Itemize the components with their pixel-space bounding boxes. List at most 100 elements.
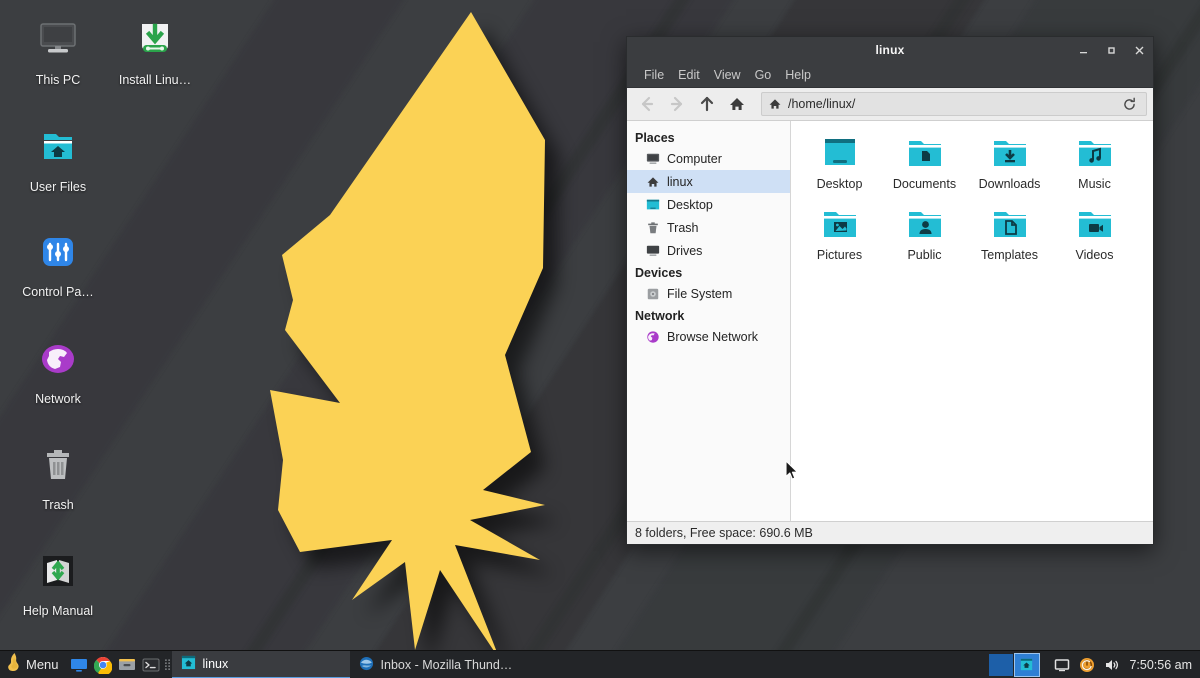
- file-item-label: Downloads: [977, 177, 1043, 191]
- desktop-icon-network[interactable]: Network: [8, 337, 108, 406]
- launcher-chrome[interactable]: [91, 651, 115, 678]
- desktop-screen: This PC Install Linu…: [0, 0, 1200, 678]
- menu-go[interactable]: Go: [748, 66, 779, 84]
- launcher-terminal[interactable]: [139, 651, 163, 678]
- reload-icon: [1122, 97, 1137, 112]
- file-item-templates[interactable]: Templates: [967, 200, 1052, 271]
- menu-file[interactable]: File: [637, 66, 671, 84]
- menu-help[interactable]: Help: [778, 66, 818, 84]
- sidebar-item-label: Browse Network: [667, 330, 758, 344]
- file-item-downloads[interactable]: Downloads: [967, 129, 1052, 200]
- drives-icon: [645, 243, 660, 258]
- sidebar-header-network: Network: [627, 305, 790, 325]
- window-title: linux: [711, 43, 1069, 57]
- help-manual-icon: [8, 549, 108, 599]
- back-arrow-icon: [638, 95, 656, 113]
- workspace-switcher: [989, 651, 1047, 678]
- workspace-1[interactable]: [989, 654, 1013, 676]
- forward-button[interactable]: [663, 91, 691, 117]
- sidebar-item-linux[interactable]: linux: [627, 170, 790, 193]
- desktop-icon-label: This PC: [8, 73, 108, 87]
- file-item-documents[interactable]: Documents: [882, 129, 967, 200]
- reload-button[interactable]: [1118, 93, 1140, 115]
- file-item-label: Videos: [1074, 248, 1116, 262]
- desktop-monitor-icon: [797, 134, 882, 174]
- home-icon: [728, 95, 746, 113]
- sidebar-item-label: Drives: [667, 244, 702, 258]
- desktop-icon-user-files[interactable]: User Files: [8, 125, 108, 194]
- desktop-icon-label: Control Pa…: [8, 285, 108, 299]
- task-button-thunderbird[interactable]: Inbox - Mozilla Thund…: [350, 651, 528, 678]
- desktop-icon-install-linux[interactable]: Install Linu…: [105, 18, 205, 87]
- folder-downloads-icon: [967, 134, 1052, 174]
- file-item-music[interactable]: Music: [1052, 129, 1137, 200]
- home-icon: [645, 174, 660, 189]
- back-button[interactable]: [633, 91, 661, 117]
- task-button-label: linux: [203, 657, 229, 671]
- folder-videos-icon: [1052, 205, 1137, 245]
- menu-edit[interactable]: Edit: [671, 66, 707, 84]
- sidebar-item-label: linux: [667, 175, 693, 189]
- menu-flame-icon: [6, 652, 21, 677]
- chrome-icon: [94, 656, 112, 674]
- file-item-videos[interactable]: Videos: [1052, 200, 1137, 271]
- trash-icon: [8, 443, 108, 493]
- sidebar-item-file-system[interactable]: File System: [627, 282, 790, 305]
- show-desktop-icon: [70, 656, 88, 674]
- disk-icon: [645, 286, 660, 301]
- sidebar-item-label: Computer: [667, 152, 722, 166]
- file-item-label: Desktop: [815, 177, 865, 191]
- file-item-label: Pictures: [815, 248, 864, 262]
- menu-view[interactable]: View: [707, 66, 748, 84]
- file-list-area[interactable]: Desktop Documents: [791, 121, 1153, 521]
- path-home-icon: [768, 97, 782, 111]
- desktop-icon-trash[interactable]: Trash: [8, 443, 108, 512]
- sidebar-item-trash[interactable]: Trash: [627, 216, 790, 239]
- network-globe-icon: [8, 337, 108, 387]
- home-button[interactable]: [723, 91, 751, 117]
- launcher-show-desktop[interactable]: [67, 651, 91, 678]
- task-button-label: Inbox - Mozilla Thund…: [381, 658, 513, 672]
- toolbar: /home/linux/: [627, 88, 1153, 121]
- folder-public-icon: [882, 205, 967, 245]
- sidebar-item-desktop[interactable]: Desktop: [627, 193, 790, 216]
- up-button[interactable]: [693, 91, 721, 117]
- clock[interactable]: 7:50:56 am: [1127, 658, 1200, 672]
- desktop-icon-this-pc[interactable]: This PC: [8, 18, 108, 87]
- file-item-label: Music: [1076, 177, 1113, 191]
- path-bar[interactable]: /home/linux/: [761, 92, 1147, 116]
- volume-icon[interactable]: [1103, 656, 1121, 674]
- terminal-icon: [142, 656, 160, 674]
- folder-music-icon: [1052, 134, 1137, 174]
- network-globe-icon: [645, 329, 660, 344]
- window-minimize-button[interactable]: [1069, 37, 1097, 63]
- file-item-public[interactable]: Public: [882, 200, 967, 271]
- desktop-icon-area: This PC Install Linu…: [0, 0, 230, 640]
- launcher-file-manager[interactable]: [115, 651, 139, 678]
- start-menu-button[interactable]: Menu: [0, 651, 67, 678]
- window-titlebar[interactable]: linux: [627, 37, 1153, 63]
- computer-icon: [645, 151, 660, 166]
- sidebar-item-computer[interactable]: Computer: [627, 147, 790, 170]
- taskbar-drag-handle[interactable]: ⣿: [163, 651, 172, 678]
- window-close-button[interactable]: [1125, 37, 1153, 63]
- sidebar-item-drives[interactable]: Drives: [627, 239, 790, 262]
- desktop-icon-label: Trash: [8, 498, 108, 512]
- desktop-icon-help-manual[interactable]: Help Manual: [8, 549, 108, 618]
- window-maximize-button[interactable]: [1097, 37, 1125, 63]
- display-icon[interactable]: [1053, 656, 1071, 674]
- start-menu-label: Menu: [26, 657, 59, 672]
- home-folder-icon: [8, 125, 108, 175]
- desktop-icon-control-panel[interactable]: Control Pa…: [8, 230, 108, 299]
- file-item-pictures[interactable]: Pictures: [797, 200, 882, 271]
- control-panel-icon: [8, 230, 108, 280]
- sidebar-item-browse-network[interactable]: Browse Network: [627, 325, 790, 348]
- install-linux-icon: [105, 18, 205, 68]
- file-manager-window[interactable]: linux File Edit View Go Help: [626, 36, 1154, 545]
- file-manager-icon: [181, 655, 196, 673]
- updates-icon[interactable]: [1078, 656, 1096, 674]
- file-item-desktop[interactable]: Desktop: [797, 129, 882, 200]
- workspace-2[interactable]: [1015, 654, 1039, 676]
- task-button-linux[interactable]: linux: [172, 651, 350, 678]
- sidebar-header-places: Places: [627, 127, 790, 147]
